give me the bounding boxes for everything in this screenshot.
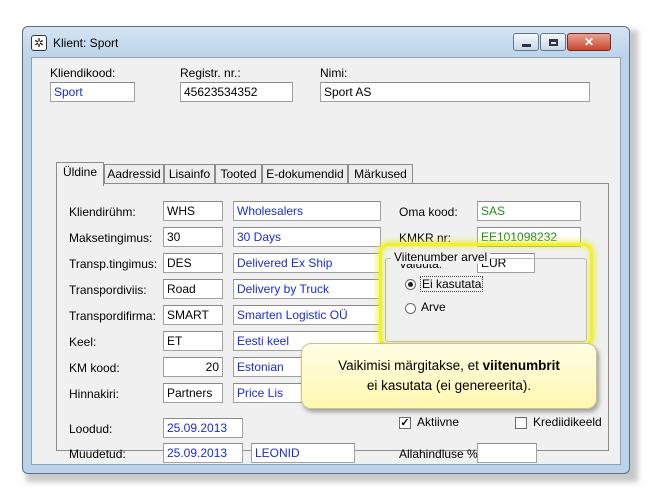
client-code-label: Kliendikood: — [50, 66, 116, 80]
client-window: ✲ Klient: Sport ✕ Kliendikood: Sport Reg… — [22, 26, 630, 474]
client-group-code[interactable]: WHS — [163, 201, 223, 221]
app-icon: ✲ — [31, 35, 47, 51]
tab-e-documents[interactable]: E-dokumendid — [262, 164, 348, 184]
tab-additional-info[interactable]: Lisainfo — [164, 164, 215, 184]
close-icon: ✕ — [583, 35, 595, 49]
payment-terms-code[interactable]: 30 — [163, 227, 223, 247]
payment-terms-desc: 30 Days — [233, 227, 381, 247]
vat-code-label: KM kood: — [69, 361, 120, 375]
tab-products[interactable]: Tooted — [215, 164, 262, 184]
vat-code-field[interactable]: 20 — [163, 357, 223, 377]
transport-terms-code[interactable]: DES — [163, 253, 223, 273]
transport-mode-desc: Delivery by Truck — [233, 279, 381, 299]
callout-note: Vaikimisi märgitakse, et viitenumbrit ei… — [301, 343, 597, 409]
language-label: Keel: — [69, 335, 97, 349]
modified-label: Muudetud: — [69, 447, 126, 461]
window-title: Klient: Sport — [53, 36, 119, 50]
own-code-field[interactable]: SAS — [477, 201, 581, 221]
modified-user: LEONID — [251, 443, 355, 463]
callout-text-bold: viitenumbrit — [482, 358, 560, 373]
credit-block-checkbox[interactable] — [515, 417, 527, 429]
payment-terms-label: Maksetingimus: — [69, 231, 153, 245]
modified-date: 25.09.2013 — [163, 443, 243, 463]
close-button[interactable]: ✕ — [567, 33, 611, 51]
active-checkbox[interactable]: ✓ — [399, 417, 411, 429]
client-group-desc: Wholesalers — [233, 201, 381, 221]
reg-no-field[interactable]: 45623534352 — [180, 82, 293, 102]
name-label: Nimi: — [320, 66, 348, 80]
callout-text-before: Vaikimisi märgitakse, et — [338, 358, 483, 373]
transport-company-label: Transpordifirma: — [69, 309, 156, 323]
reg-no-label: Registr. nr.: — [180, 66, 241, 80]
tab-addresses[interactable]: Aadressid — [104, 164, 164, 184]
transport-company-code[interactable]: SMART — [163, 305, 223, 325]
transport-mode-label: Transpordiviis: — [69, 283, 147, 297]
minimize-button[interactable] — [513, 33, 539, 51]
discount-label: Allahindluse %: — [399, 447, 482, 461]
maximize-icon — [548, 38, 558, 46]
discount-field[interactable] — [477, 443, 537, 463]
title-bar[interactable]: ✲ Klient: Sport ✕ — [23, 27, 629, 57]
active-label: Aktiivne — [417, 415, 460, 429]
credit-block-label: Krediidikeeld — [533, 415, 602, 429]
language-code[interactable]: ET — [163, 331, 223, 351]
transport-terms-label: Transp.tingimus: — [69, 257, 158, 271]
price-list-label: Hinnakiri: — [69, 387, 120, 401]
highlight-frame — [379, 243, 593, 347]
transport-mode-code[interactable]: Road — [163, 279, 223, 299]
tab-notes[interactable]: Märkused — [348, 164, 413, 184]
client-code-field[interactable]: Sport — [50, 82, 135, 102]
minimize-icon — [521, 43, 531, 47]
created-date: 25.09.2013 — [163, 418, 243, 438]
maximize-button[interactable] — [540, 33, 566, 51]
transport-terms-desc: Delivered Ex Ship — [233, 253, 381, 273]
transport-company-desc: Smarten Logistic OÜ — [233, 305, 381, 325]
callout-text-after: ei kasutata (ei genereerita). — [366, 378, 532, 393]
created-label: Loodud: — [69, 422, 113, 436]
tab-general[interactable]: Üldine — [56, 162, 104, 186]
client-group-label: Kliendirühm: — [69, 205, 136, 219]
own-code-label: Oma kood: — [399, 205, 458, 219]
price-list-code[interactable]: Partners — [163, 383, 223, 403]
name-field[interactable]: Sport AS — [320, 82, 590, 102]
